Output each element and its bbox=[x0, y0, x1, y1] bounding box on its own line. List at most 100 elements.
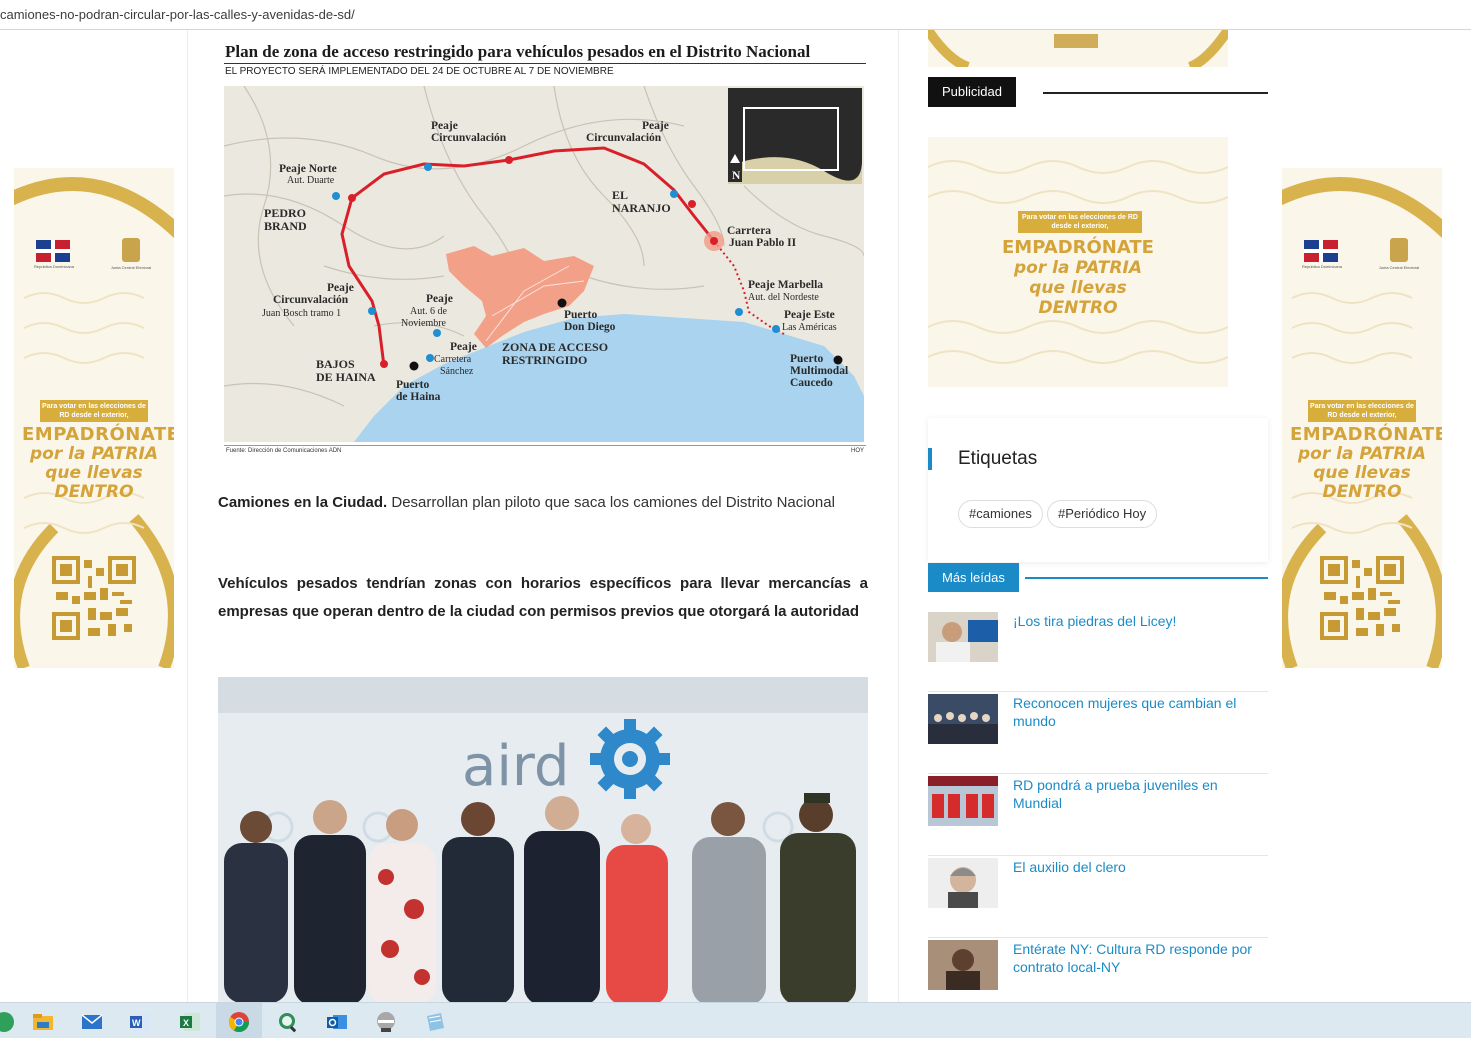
map-label: NARANJO bbox=[612, 201, 671, 215]
map-label: EL bbox=[612, 188, 628, 202]
map-label: Peaje Norte bbox=[279, 163, 337, 175]
article-link[interactable]: ¡Los tira piedras del Licey! bbox=[1013, 612, 1268, 630]
mas-leidas-label: Más leídas bbox=[928, 563, 1019, 592]
list-item[interactable]: El auxilio del clero bbox=[928, 858, 1268, 938]
ad-slogan-line3: que llevas DENTRO bbox=[1029, 278, 1127, 318]
ad-info-text: Para votar en las elecciones de RD desde… bbox=[1310, 403, 1414, 419]
article-thumbnail[interactable] bbox=[928, 612, 998, 662]
map-label: Peaje Marbella bbox=[748, 279, 823, 291]
tag-camiones[interactable]: #camiones bbox=[958, 500, 1043, 528]
article-link[interactable]: Entérate NY: Cultura RD responde por con… bbox=[1013, 940, 1268, 976]
map-label: Carretera bbox=[434, 354, 472, 365]
ad-pattern bbox=[928, 30, 1228, 67]
map-label: Circunvalación bbox=[586, 132, 662, 144]
ad-slogan: EMPADRÓNATE por la PATRIA que llevas DEN… bbox=[22, 424, 174, 502]
map-title-rule bbox=[224, 63, 866, 64]
map-title: Plan de zona de acceso restringido para … bbox=[225, 42, 811, 61]
address-bar-url: camiones-no-podran-circular-por-las-call… bbox=[0, 7, 355, 22]
right-banner-ad[interactable]: República Dominicana Junta Central Elect… bbox=[1282, 168, 1442, 668]
svg-text:W: W bbox=[132, 1018, 141, 1028]
group-photo: aird bbox=[218, 677, 868, 1002]
flag-label: República Dominicana bbox=[1301, 264, 1343, 269]
svg-text:X: X bbox=[183, 1018, 189, 1028]
map-label: Juan Pablo II bbox=[729, 237, 797, 249]
map-label: Peaje Este bbox=[784, 309, 835, 321]
ad-info-text: Para votar en las elecciones de RD desde… bbox=[42, 403, 146, 419]
ad-slogan-line1: EMPADRÓNATE bbox=[22, 424, 174, 445]
column-divider bbox=[898, 30, 899, 1002]
jce-logo-icon bbox=[122, 238, 140, 262]
caption-rest: Desarrollan plan piloto que saca los cam… bbox=[387, 494, 835, 511]
map-label: BAJOS bbox=[316, 357, 355, 371]
map-label: Peaje bbox=[426, 293, 453, 305]
sidebar-top-ad[interactable] bbox=[928, 30, 1228, 67]
left-banner-ad[interactable]: República Dominicana Junta Central Elect… bbox=[14, 168, 174, 668]
pro-app-icon[interactable] bbox=[374, 1010, 398, 1034]
notes-icon[interactable] bbox=[423, 1010, 447, 1034]
jce-logo-icon bbox=[1390, 238, 1408, 262]
edge-icon[interactable] bbox=[0, 1010, 16, 1034]
article-thumbnail[interactable] bbox=[928, 858, 998, 908]
excel-icon[interactable]: X bbox=[178, 1010, 202, 1034]
list-item[interactable]: ¡Los tira piedras del Licey! bbox=[928, 612, 1268, 692]
flag-label: República Dominicana bbox=[33, 264, 75, 269]
map-label: Aut. del Nordeste bbox=[748, 292, 819, 303]
article-photo[interactable]: aird bbox=[218, 677, 868, 1002]
chrome-icon[interactable] bbox=[227, 1010, 251, 1034]
photo-logo-text: aird bbox=[462, 734, 569, 799]
ad-slogan: EMPADRÓNATE por la PATRIA que llevas DEN… bbox=[1290, 424, 1442, 502]
mail-icon[interactable] bbox=[80, 1010, 104, 1034]
map-label: Puerto bbox=[790, 353, 823, 365]
ad-slogan-line2: por la PATRIA bbox=[1298, 444, 1426, 464]
outlook-icon[interactable] bbox=[325, 1010, 349, 1034]
map-label: PEDRO bbox=[264, 206, 306, 220]
ad-info-box: Para votar en las elecciones de RD desde… bbox=[1018, 211, 1142, 233]
map-label: RESTRINGIDO bbox=[502, 353, 587, 367]
ad-info-box: Para votar en las elecciones de RD desde… bbox=[40, 400, 148, 422]
map-label: Sánchez bbox=[440, 366, 474, 377]
ad-info-box: Para votar en las elecciones de RD desde… bbox=[1308, 400, 1416, 422]
map-infographic[interactable]: Plan de zona de acceso restringido para … bbox=[218, 38, 868, 463]
article-thumbnail[interactable] bbox=[928, 776, 998, 826]
article-thumbnail[interactable] bbox=[928, 940, 998, 990]
map-label: Peaje bbox=[642, 120, 669, 132]
qr-code-icon bbox=[1320, 556, 1404, 640]
dominican-flag-icon bbox=[1304, 240, 1338, 262]
article-link[interactable]: RD pondrá a prueba juveniles en Mundial bbox=[1013, 776, 1268, 812]
address-bar[interactable]: camiones-no-podran-circular-por-las-call… bbox=[0, 0, 1471, 30]
north-icon: N bbox=[732, 170, 741, 182]
article-thumbnail[interactable] bbox=[928, 694, 998, 744]
sidebar-square-ad[interactable]: Para votar en las elecciones de RD desde… bbox=[928, 137, 1228, 387]
search-app-icon[interactable] bbox=[276, 1010, 300, 1034]
map-label: DE HAINA bbox=[316, 370, 376, 384]
map-label: Noviembre bbox=[401, 318, 447, 329]
map-label: Circunvalación bbox=[431, 132, 507, 144]
map-label: Aut. Duarte bbox=[287, 175, 335, 186]
map-label: Carrtera bbox=[727, 225, 771, 237]
file-explorer-icon[interactable] bbox=[31, 1010, 55, 1034]
list-item[interactable]: Reconocen mujeres que cambian el mundo bbox=[928, 694, 1268, 774]
map-brand: HOY bbox=[850, 448, 864, 454]
list-item[interactable]: RD pondrá a prueba juveniles en Mundial bbox=[928, 776, 1268, 856]
ad-slogan-line2: por la PATRIA bbox=[30, 444, 158, 464]
map-label: BRAND bbox=[264, 219, 307, 233]
article-caption: Camiones en la Ciudad. Desarrollan plan … bbox=[218, 489, 868, 517]
map-label: Peaje bbox=[450, 341, 477, 353]
gear-icon bbox=[590, 719, 670, 799]
jce-label: Junta Central Electoral bbox=[1378, 265, 1420, 270]
tag-periodico-hoy[interactable]: #Periódico Hoy bbox=[1047, 500, 1158, 528]
map-label: de Haina bbox=[396, 391, 441, 403]
article-link[interactable]: El auxilio del clero bbox=[1013, 858, 1268, 876]
map-label: Puerto bbox=[396, 379, 429, 391]
windows-taskbar: W X bbox=[0, 1002, 1471, 1038]
ad-slogan-line1: EMPADRÓNATE bbox=[1290, 424, 1442, 445]
article-link[interactable]: Reconocen mujeres que cambian el mundo bbox=[1013, 694, 1268, 730]
publicidad-rule bbox=[1043, 92, 1268, 94]
column-divider bbox=[187, 30, 188, 1002]
jce-label: Junta Central Electoral bbox=[110, 265, 152, 270]
map-inset bbox=[728, 88, 863, 184]
ad-slogan-line1: EMPADRÓNATE bbox=[1002, 237, 1154, 258]
map-label: Multimodal bbox=[790, 365, 848, 377]
ad-info-text: Para votar en las elecciones de RD desde… bbox=[1022, 214, 1138, 230]
word-icon[interactable]: W bbox=[128, 1010, 152, 1034]
